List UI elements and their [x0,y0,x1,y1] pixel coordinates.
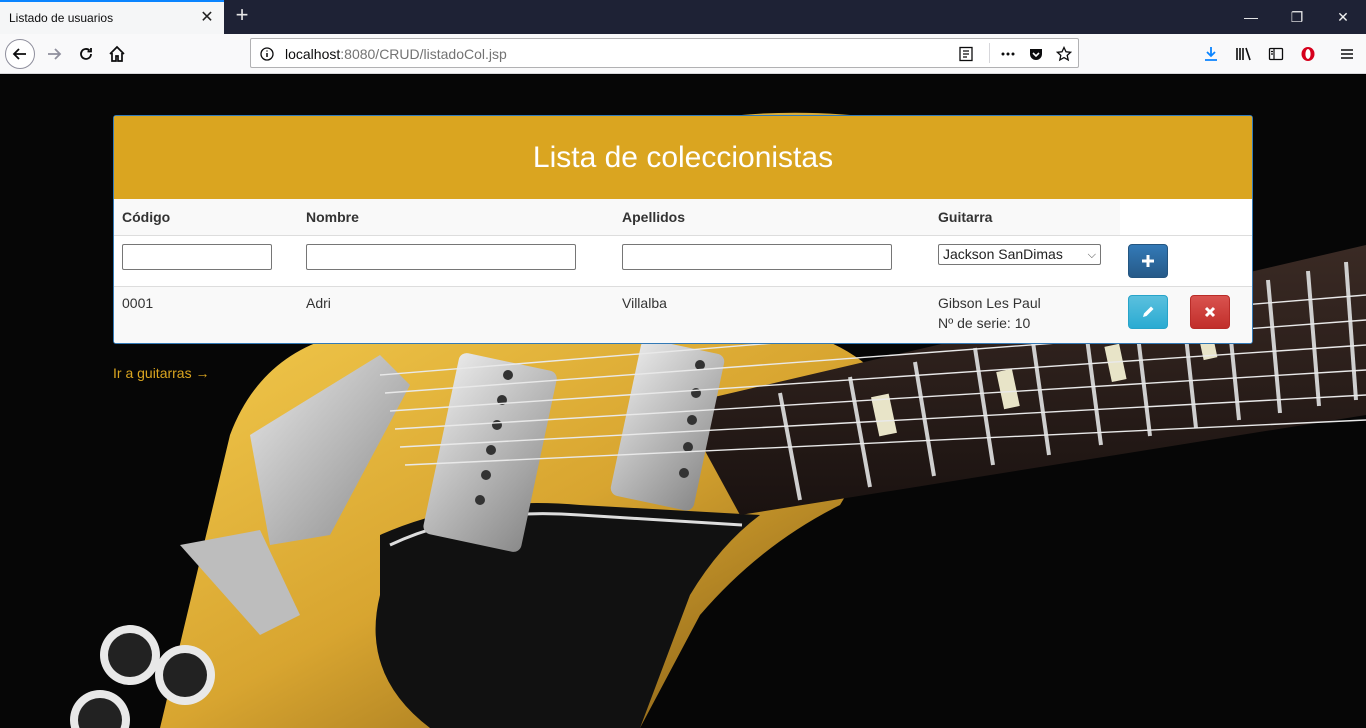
nombre-input[interactable] [306,244,576,270]
row-guitarra: Gibson Les Paul Nº de serie: 10 [930,286,1120,343]
url-host: localhost [285,46,341,62]
delete-cell [1182,286,1252,343]
column-header-guitarra: Guitarra [930,199,1120,236]
row-apellidos: Villalba [614,286,930,343]
sidebar-icon[interactable] [1264,42,1288,66]
row-nombre: Adri [298,286,614,343]
opera-icon[interactable] [1296,42,1320,66]
apellidos-input[interactable] [622,244,892,270]
collectors-table: Código Nombre Apellidos Guitarra Jackson… [114,199,1252,343]
navigation-toolbar: localhost:8080/CRUD/listadoCol.jsp [0,34,1366,74]
url-separator [989,43,990,63]
back-button[interactable] [4,38,36,70]
url-path: :8080/CRUD/listadoCol.jsp [340,46,507,62]
row-guitarra-serial: Nº de serie: 10 [938,315,1031,331]
delete-button[interactable] [1190,295,1230,329]
column-header-codigo: Código [114,199,298,236]
reader-view-icon[interactable] [957,45,975,63]
empty-cell [1182,235,1252,287]
new-tab-icon[interactable]: + [230,4,254,28]
minimize-icon[interactable]: — [1236,5,1266,29]
forward-arrow-icon [48,48,62,60]
panel-heading: Lista de coleccionistas [114,116,1252,199]
home-icon [109,45,125,62]
codigo-input[interactable] [122,244,272,270]
library-icon[interactable] [1232,42,1256,66]
reload-button[interactable] [70,38,102,70]
row-guitarra-model: Gibson Les Paul [938,295,1041,311]
table-row: 0001 Adri Villalba Gibson Les Paul Nº de… [114,286,1252,343]
reload-icon [80,48,92,60]
info-icon[interactable] [258,45,276,63]
collectors-panel: Lista de coleccionistas Código Nombre Ap… [113,115,1253,344]
pencil-icon [1143,306,1154,317]
plus-icon [1142,255,1154,267]
new-nombre-cell [298,235,614,287]
page-actions-icon[interactable] [999,45,1017,63]
guitarra-select[interactable]: Jackson SanDimas ⌵ [938,244,1101,265]
new-apellidos-cell [614,235,930,287]
pocket-icon[interactable] [1027,45,1045,63]
new-guitarra-cell: Jackson SanDimas ⌵ [930,235,1120,287]
guitars-link[interactable]: Ir a guitarras → [113,365,209,381]
chevron-down-icon: ⌵ [1087,249,1096,261]
menu-icon[interactable] [1335,42,1359,66]
edit-cell [1120,286,1182,343]
table-header-row: Código Nombre Apellidos Guitarra [114,199,1252,236]
column-header-apellidos: Apellidos [614,199,930,236]
add-cell [1120,235,1182,287]
tab-bar: Listado de usuarios ✕ + — ❐ ✕ [0,0,1366,34]
page-viewport: Lista de coleccionistas Código Nombre Ap… [0,75,1366,728]
restore-icon[interactable]: ❐ [1282,5,1312,29]
edit-button[interactable] [1128,295,1168,329]
guitarra-select-value: Jackson SanDimas [943,246,1063,262]
url-bar[interactable]: localhost:8080/CRUD/listadoCol.jsp [250,38,1079,68]
new-collector-row: Jackson SanDimas ⌵ [114,235,1252,287]
column-header-action-2 [1182,199,1252,236]
column-header-nombre: Nombre [298,199,614,236]
row-codigo: 0001 [114,286,298,343]
back-arrow-icon [5,39,35,69]
tab-title: Listado de usuarios [9,11,114,25]
browser-tab[interactable]: Listado de usuarios ✕ [0,0,224,34]
bookmark-star-icon[interactable] [1055,45,1073,63]
downloads-icon[interactable] [1199,42,1223,66]
close-tab-icon[interactable]: ✕ [198,9,216,27]
column-header-action-1 [1120,199,1182,236]
page-title: Lista de coleccionistas [532,140,834,174]
remove-icon [1204,306,1216,318]
close-window-icon[interactable]: ✕ [1328,5,1358,29]
new-codigo-cell [114,235,298,287]
url-text: localhost:8080/CRUD/listadoCol.jsp [285,46,507,62]
add-collector-button[interactable] [1128,244,1168,278]
home-button[interactable] [101,38,133,70]
forward-button[interactable] [38,38,70,70]
